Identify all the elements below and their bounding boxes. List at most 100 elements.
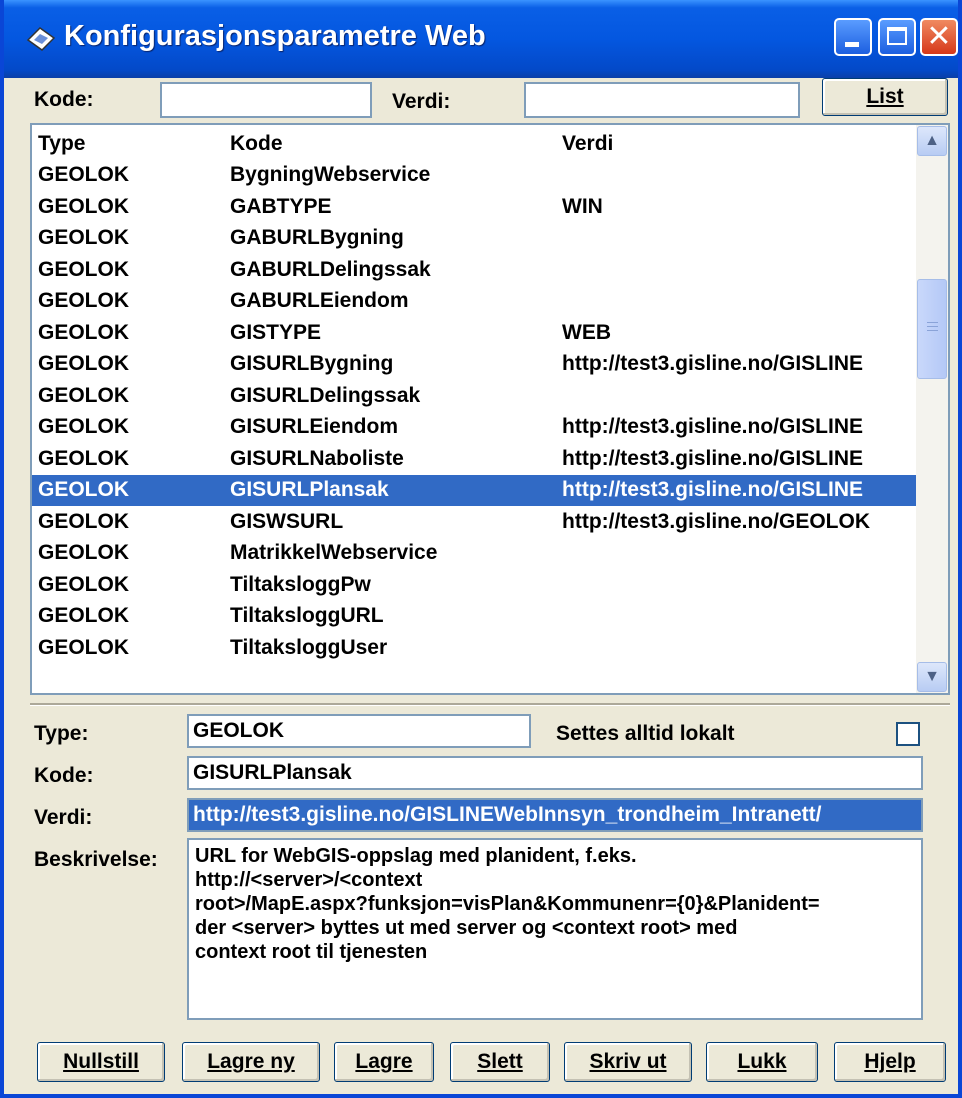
column-header-type[interactable]: Type — [38, 132, 218, 156]
slett-label: Slett — [477, 1050, 523, 1073]
cell-type: GEOLOK — [38, 352, 130, 375]
nullstill-label: Nullstill — [63, 1050, 139, 1073]
table-row[interactable]: GEOLOK GISURLBygning http://test3.gisline.… — [32, 349, 916, 380]
cell-type: GEOLOK — [38, 226, 130, 249]
cell-verdi: http://test3.gisline.no/GISLINE — [562, 352, 864, 375]
skriv-ut-label: Skriv ut — [589, 1050, 667, 1073]
hjelp-button[interactable]: Hjelp — [834, 1042, 946, 1082]
section-divider — [30, 703, 950, 706]
cell-verdi: http://test3.gisline.no/GISLINE — [562, 478, 864, 501]
cell-verdi: WIN — [562, 194, 603, 218]
detail-verdi-label: Verdi: — [34, 806, 93, 829]
cell-verdi: http://test3.gisline.no/GISLINE — [562, 415, 864, 438]
maximize-button[interactable] — [878, 18, 916, 56]
table-row[interactable]: GEOLOK GABURLBygning — [32, 223, 916, 254]
slett-button[interactable]: Slett — [450, 1042, 550, 1082]
table-row[interactable]: GEOLOK GISWSURL http://test3.gisline.no/GE… — [32, 507, 916, 538]
window-title: Konfigurasjonsparametre Web — [64, 20, 486, 52]
lagre-ny-button[interactable]: Lagre ny — [182, 1042, 320, 1082]
column-header-verdi[interactable]: Verdi — [562, 132, 914, 156]
scroll-thumb-grip — [927, 322, 938, 323]
cell-type: GEOLOK — [38, 383, 130, 407]
filter-kode-input[interactable] — [160, 82, 372, 118]
cell-kode: TiltaksloggPw — [230, 572, 371, 596]
table-row[interactable]: GEOLOK TiltaksloggUser — [32, 633, 916, 664]
table-row[interactable]: GEOLOK GISURLNaboliste http://test3.gislin… — [32, 444, 916, 475]
cell-kode: GISTYPE — [230, 320, 322, 344]
lukk-button[interactable]: Lukk — [706, 1042, 818, 1082]
minimize-icon — [845, 42, 859, 47]
cell-kode: MatrikkelWebservice — [230, 541, 438, 564]
filter-kode-label: Kode: — [34, 88, 94, 111]
cell-type: GEOLOK — [38, 257, 130, 281]
cell-type: GEOLOK — [38, 604, 130, 627]
cell-kode: GISURLPlansak — [230, 478, 389, 501]
close-button[interactable]: ✕ — [920, 18, 958, 56]
cell-type: GEOLOK — [38, 635, 130, 659]
list-header: Type Kode Verdi — [32, 129, 916, 160]
table-row[interactable]: GEOLOK BygningWebservice — [32, 160, 916, 191]
table-row[interactable]: GEOLOK GABURLDelingssak — [32, 255, 916, 286]
cell-kode: TiltaksloggUser — [230, 635, 388, 659]
filter-verdi-label: Verdi: — [392, 90, 451, 113]
cell-type: GEOLOK — [38, 320, 130, 344]
detail-kode-label: Kode: — [34, 764, 94, 787]
scroll-thumb[interactable] — [917, 279, 947, 379]
cell-type: GEOLOK — [38, 415, 130, 438]
list-button[interactable]: List — [822, 78, 948, 116]
lagre-button[interactable]: Lagre — [334, 1042, 434, 1082]
list-button-label: List — [866, 85, 904, 108]
scroll-up-button[interactable]: ▲ — [917, 126, 947, 156]
cell-kode: GABURLDelingssak — [230, 257, 431, 281]
nullstill-button[interactable]: Nullstill — [37, 1042, 165, 1082]
table-row[interactable]: GEOLOK MatrikkelWebservice — [32, 538, 916, 569]
cell-kode: GISURLBygning — [230, 352, 394, 375]
lukk-label: Lukk — [737, 1050, 787, 1073]
cell-kode: TiltaksloggURL — [230, 604, 384, 627]
cell-kode: GISURLNaboliste — [230, 446, 404, 470]
lokalt-checkbox[interactable] — [896, 722, 920, 746]
app-icon — [26, 27, 56, 51]
detail-type-label: Type: — [34, 722, 89, 745]
filter-verdi-input[interactable] — [524, 82, 800, 118]
title-bar[interactable]: Konfigurasjonsparametre Web ✕ — [4, 0, 958, 78]
detail-verdi-input[interactable] — [187, 798, 923, 832]
hjelp-label: Hjelp — [864, 1050, 916, 1073]
cell-verdi: http://test3.gisline.no/GISLINE — [562, 446, 864, 470]
cell-type: GEOLOK — [38, 478, 130, 501]
cell-kode: GISWSURL — [230, 509, 344, 533]
cell-type: GEOLOK — [38, 289, 130, 312]
table-row[interactable]: GEOLOK TiltaksloggURL — [32, 601, 916, 632]
table-row[interactable]: GEOLOK GISTYPE WEB — [32, 318, 916, 349]
detail-beskrivelse-label: Beskrivelse: — [34, 848, 158, 871]
column-header-kode[interactable]: Kode — [230, 132, 550, 156]
scroll-thumb-grip — [927, 326, 938, 327]
detail-kode-input[interactable] — [187, 756, 923, 790]
table-row[interactable]: GEOLOK GABTYPE WIN — [32, 192, 916, 223]
cell-type: GEOLOK — [38, 194, 130, 218]
table-row[interactable]: GEOLOK GISURLPlansak http://test3.gisline.… — [32, 475, 916, 506]
table-row[interactable]: GEOLOK TiltaksloggPw — [32, 570, 916, 601]
table-row[interactable]: GEOLOK GISURLDelingssak — [32, 381, 916, 412]
cell-kode: GABURLEiendom — [230, 289, 409, 312]
minimize-button[interactable] — [834, 18, 872, 56]
lagre-label: Lagre — [355, 1050, 413, 1073]
detail-type-input[interactable] — [187, 714, 531, 748]
cell-type: GEOLOK — [38, 163, 130, 186]
table-row[interactable]: GEOLOK GABURLEiendom — [32, 286, 916, 317]
config-window: Konfigurasjonsparametre Web ✕ Kode: Verd… — [0, 0, 962, 1098]
cell-kode: GABTYPE — [230, 194, 332, 218]
cell-verdi: http://test3.gisline.no/GEOLOK — [562, 509, 871, 533]
scroll-thumb-grip — [927, 330, 938, 331]
cell-kode: BygningWebservice — [230, 163, 431, 186]
lagre-ny-label: Lagre ny — [207, 1050, 295, 1073]
list-scrollbar[interactable]: ▲ ▼ — [916, 125, 948, 693]
scroll-down-button[interactable]: ▼ — [917, 662, 947, 692]
beskrivelse-textarea[interactable]: URL for WebGIS-oppslag med planident, f.… — [187, 838, 923, 1020]
lokalt-label: Settes alltid lokalt — [556, 722, 735, 745]
table-row[interactable]: GEOLOK GISURLEiendom http://test3.gisline.… — [32, 412, 916, 443]
skriv-ut-button[interactable]: Skriv ut — [564, 1042, 692, 1082]
close-icon: ✕ — [926, 19, 952, 54]
cell-kode: GABURLBygning — [230, 226, 404, 249]
parameter-list[interactable]: Type Kode Verdi GEOLOK BygningWebservice G… — [30, 123, 950, 695]
